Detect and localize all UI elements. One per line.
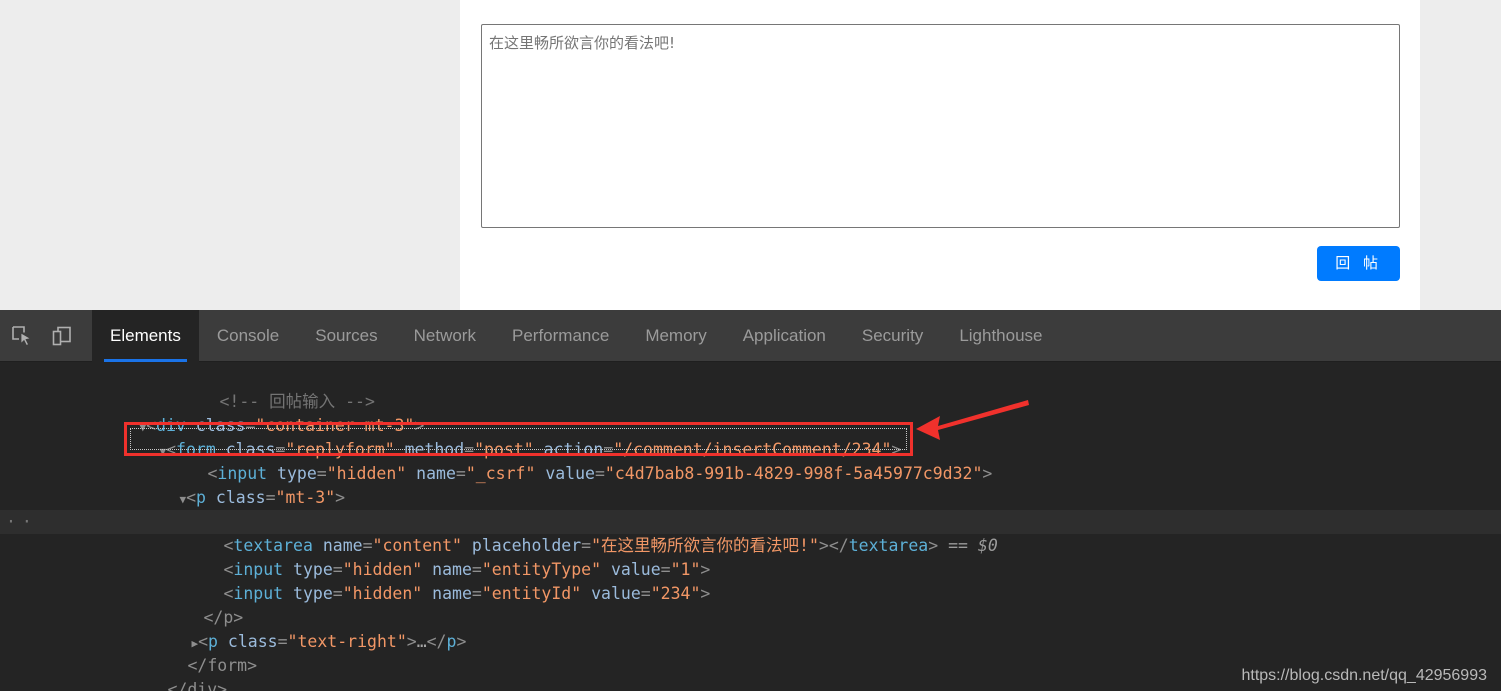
dom-line-input-csrf[interactable]: <input type="hidden" name="_csrf" value=… <box>0 438 1501 483</box>
breakpoint-dots-icon: ·· <box>6 512 38 531</box>
tab-label: Security <box>861 325 924 345</box>
tab-elements[interactable]: Elements <box>92 309 199 362</box>
tab-label: Sources <box>315 325 378 345</box>
tab-label: Lighthouse <box>959 325 1043 345</box>
inspect-element-icon <box>12 325 32 346</box>
devtools-panel: Elements Console Sources Network Perform… <box>0 309 1501 691</box>
reply-form-container: 回 帖 <box>460 0 1420 310</box>
dom-line-p-mt3[interactable]: ▼<p class="mt-3"> <box>0 462 1501 507</box>
dom-line-close-form[interactable]: </form> <box>0 630 1501 675</box>
dom-line-input-entity-id[interactable]: <input type="hidden" name="entityId" val… <box>0 558 1501 603</box>
web-page-area: 回 帖 <box>0 0 1501 310</box>
dom-line-form[interactable]: ▼<form class="replyform" method="post" a… <box>0 414 1501 459</box>
devtools-tab-bar: Elements Console Sources Network Perform… <box>92 309 1061 362</box>
dom-line-input-entity-type[interactable]: <input type="hidden" name="entityType" v… <box>0 534 1501 579</box>
tab-label: Network <box>413 325 476 345</box>
screenshot-root: 回 帖 Elements Console <box>0 0 1501 691</box>
tab-performance[interactable]: Performance <box>494 310 627 362</box>
dom-line-p-text-right[interactable]: ▶<p class="text-right">…</p> <box>0 606 1501 651</box>
tab-label: Application <box>742 325 826 345</box>
tab-memory[interactable]: Memory <box>627 310 724 362</box>
device-toolbar-icon <box>52 326 71 345</box>
tab-label: Memory <box>645 325 707 345</box>
tab-label: Elements <box>110 325 181 345</box>
tab-security[interactable]: Security <box>844 310 941 362</box>
tab-console[interactable]: Console <box>199 310 297 362</box>
reply-content-textarea[interactable] <box>481 24 1400 228</box>
tab-label: Performance <box>511 325 610 345</box>
dom-line-textarea[interactable]: ·· <textarea name="content" placeholder="… <box>0 510 1501 555</box>
tab-sources[interactable]: Sources <box>297 310 395 362</box>
dom-line-div-container[interactable]: ▼<div class="container mt-3"> <box>0 390 1501 435</box>
dom-line-comment[interactable]: <!-- 回帖输入 --> <box>0 366 1501 411</box>
tab-application[interactable]: Application <box>725 310 844 362</box>
submit-reply-button[interactable]: 回 帖 <box>1317 246 1400 281</box>
dom-tree[interactable]: <!-- 回帖输入 --> ▼<div class="container mt-… <box>0 362 1501 691</box>
tab-label: Console <box>216 325 280 345</box>
reply-button-row: 回 帖 <box>481 246 1400 286</box>
devtools-toolbar: Elements Console Sources Network Perform… <box>0 309 1501 362</box>
device-toolbar-button[interactable] <box>42 314 82 358</box>
watermark: https://blog.csdn.net/qq_42956993 <box>1241 667 1487 684</box>
inspect-element-button[interactable] <box>2 314 42 358</box>
dom-line-close-p[interactable]: </p> <box>0 582 1501 627</box>
tab-lighthouse[interactable]: Lighthouse <box>941 310 1060 362</box>
dom-line-a-replyform[interactable]: <a name="replyform"></a> <box>0 486 1501 531</box>
tab-network[interactable]: Network <box>396 310 494 362</box>
